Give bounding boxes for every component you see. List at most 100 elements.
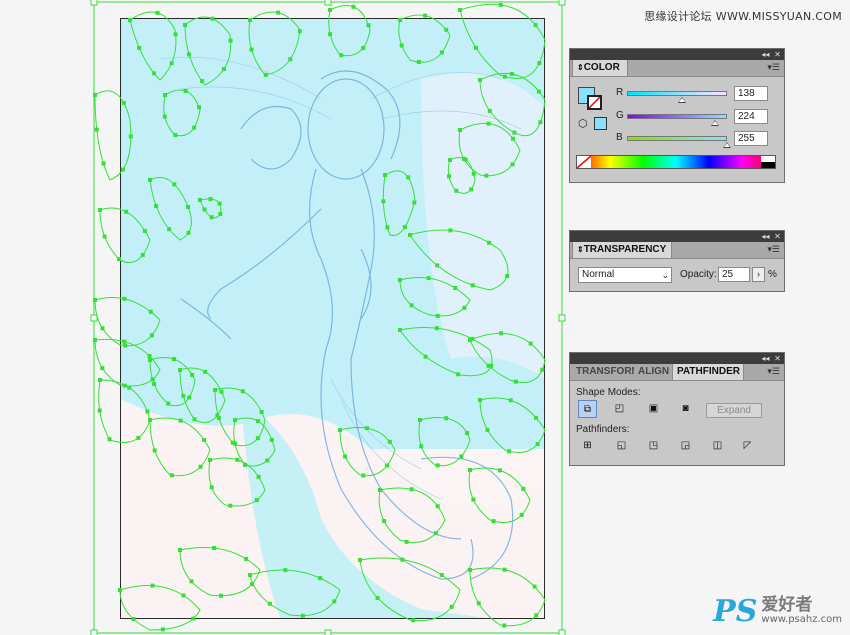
anchor-point[interactable]: [128, 134, 133, 139]
outline-button[interactable]: ◫: [708, 437, 727, 455]
anchor-point[interactable]: [487, 109, 492, 113]
anchor-point[interactable]: [385, 225, 390, 230]
anchor-point[interactable]: [404, 539, 409, 544]
anchor-point[interactable]: [136, 435, 141, 440]
anchor-point[interactable]: [471, 497, 476, 502]
anchor-point[interactable]: [128, 18, 132, 22]
anchor-point[interactable]: [412, 200, 417, 205]
anchor-point[interactable]: [209, 215, 214, 220]
anchor-point[interactable]: [187, 52, 191, 57]
anchor-point[interactable]: [387, 439, 392, 444]
anchor-point[interactable]: [382, 519, 387, 523]
anchor-point[interactable]: [150, 583, 155, 588]
anchor-point[interactable]: [217, 201, 222, 206]
anchor-point[interactable]: [152, 382, 157, 386]
anchor-point[interactable]: [178, 418, 183, 423]
close-icon[interactable]: ✕: [773, 50, 782, 59]
anchor-point[interactable]: [249, 47, 254, 52]
anchor-point[interactable]: [419, 444, 424, 449]
anchor-point[interactable]: [519, 512, 524, 517]
anchor-point[interactable]: [491, 519, 496, 524]
anchor-point[interactable]: [122, 339, 127, 344]
anchor-point[interactable]: [478, 398, 482, 402]
black-white-swatch[interactable]: [761, 156, 775, 168]
anchor-point[interactable]: [162, 114, 167, 119]
anchor-point[interactable]: [122, 383, 127, 388]
anchor-point[interactable]: [505, 274, 510, 278]
anchor-point[interactable]: [423, 13, 428, 18]
intersect-button[interactable]: ▣: [644, 400, 663, 418]
stroke-swatch[interactable]: [587, 95, 602, 110]
anchor-point[interactable]: [98, 208, 102, 212]
anchor-point[interactable]: [537, 89, 541, 94]
anchor-point[interactable]: [202, 207, 207, 212]
anchor-point[interactable]: [361, 473, 366, 478]
anchor-point[interactable]: [233, 418, 237, 422]
anchor-point[interactable]: [198, 198, 202, 202]
panel-menu-icon[interactable]: ▾☰: [767, 62, 780, 73]
anchor-point[interactable]: [209, 485, 214, 490]
r-slider[interactable]: [627, 91, 727, 96]
collapse-icon[interactable]: ◂◂: [761, 354, 770, 363]
pathfinder-panel-titlebar[interactable]: ◂◂ ✕: [570, 353, 784, 364]
exclude-button[interactable]: ◙: [676, 400, 695, 418]
panel-menu-icon[interactable]: ▾☰: [767, 244, 780, 255]
anchor-point[interactable]: [297, 29, 302, 34]
anchor-point[interactable]: [426, 276, 431, 281]
anchor-point[interactable]: [163, 93, 167, 97]
anchor-point[interactable]: [439, 50, 444, 55]
close-icon[interactable]: ✕: [773, 232, 782, 241]
anchor-point[interactable]: [219, 593, 223, 598]
anchor-point[interactable]: [402, 225, 407, 230]
anchor-point[interactable]: [173, 32, 178, 37]
bounding-box-handle[interactable]: [324, 0, 332, 6]
merge-button[interactable]: ◳: [644, 437, 663, 455]
anchor-point[interactable]: [468, 338, 472, 342]
anchor-point[interactable]: [509, 71, 514, 76]
anchor-point[interactable]: [508, 398, 513, 403]
anchor-point[interactable]: [465, 431, 469, 435]
anchor-point[interactable]: [140, 252, 145, 257]
anchor-point[interactable]: [200, 79, 205, 84]
anchor-point[interactable]: [123, 343, 128, 348]
anchor-point[interactable]: [469, 187, 474, 192]
anchor-point[interactable]: [152, 71, 157, 76]
collapse-icon[interactable]: ◂◂: [761, 50, 770, 59]
anchor-point[interactable]: [93, 93, 97, 97]
anchor-point[interactable]: [198, 464, 203, 469]
anchor-point[interactable]: [120, 167, 125, 172]
anchor-point[interactable]: [459, 454, 464, 459]
minus-back-button[interactable]: ◸: [738, 437, 757, 455]
anchor-point[interactable]: [145, 409, 150, 414]
anchor-point[interactable]: [192, 417, 197, 422]
anchor-point[interactable]: [423, 354, 428, 359]
anchor-point[interactable]: [256, 474, 261, 479]
anchor-point[interactable]: [147, 354, 152, 358]
anchor-point[interactable]: [485, 427, 490, 432]
anchor-point[interactable]: [486, 121, 491, 126]
anchor-point[interactable]: [181, 593, 186, 598]
anchor-point[interactable]: [240, 389, 245, 394]
blend-mode-select[interactable]: Normal ⌄: [578, 267, 672, 283]
anchor-point[interactable]: [216, 416, 221, 421]
anchor-point[interactable]: [474, 45, 478, 50]
anchor-point[interactable]: [385, 463, 390, 468]
anchor-point[interactable]: [255, 436, 260, 441]
anchor-point[interactable]: [510, 162, 515, 167]
anchor-point[interactable]: [338, 428, 342, 432]
anchor-point[interactable]: [228, 38, 233, 43]
anchor-point[interactable]: [487, 240, 492, 245]
anchor-point[interactable]: [418, 418, 422, 422]
anchor-point[interactable]: [100, 366, 105, 371]
anchor-point[interactable]: [468, 468, 472, 472]
anchor-point[interactable]: [202, 438, 207, 442]
anchor-point[interactable]: [535, 442, 540, 446]
anchor-point[interactable]: [100, 326, 105, 331]
anchor-point[interactable]: [366, 23, 371, 28]
anchor-point[interactable]: [502, 74, 507, 79]
crop-button[interactable]: ◲: [676, 437, 695, 455]
anchor-point[interactable]: [197, 105, 201, 110]
anchor-point[interactable]: [537, 61, 542, 65]
anchor-point[interactable]: [172, 182, 177, 187]
anchor-point[interactable]: [300, 613, 305, 618]
